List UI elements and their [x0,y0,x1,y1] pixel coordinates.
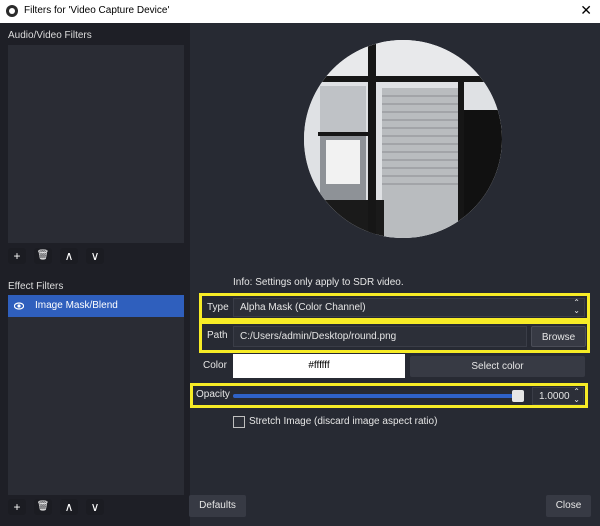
close-button[interactable]: Close [546,495,591,517]
remove-effect-button[interactable]: 🗑 [34,499,52,515]
filters-sidebar: Audio/Video Filters + 🗑 ∧ ∨ Effect Filte… [0,23,190,526]
eye-icon[interactable] [14,301,24,311]
highlight-type [199,293,590,321]
defaults-button[interactable]: Defaults [189,495,246,517]
effect-filters-toolbar: + 🗑 ∧ ∨ [8,499,128,517]
highlight-path [199,321,590,353]
info-text: Info: Settings only apply to SDR video. [233,277,404,288]
add-filter-button[interactable]: + [8,248,26,264]
effect-filters-list: Image Mask/Blend [8,295,184,495]
highlight-opacity [190,383,588,408]
color-label: Color [203,360,227,371]
add-effect-button[interactable]: + [8,499,26,515]
masked-preview-photo [304,40,502,238]
av-filters-label: Audio/Video Filters [8,30,92,41]
color-swatch[interactable]: #ffffff [233,354,405,378]
filter-item-label: Image Mask/Blend [35,300,118,311]
preview-image [304,40,502,238]
effect-move-up-button[interactable]: ∧ [60,499,78,515]
move-down-button[interactable]: ∨ [86,248,104,264]
close-window-icon[interactable]: ✕ [580,2,592,19]
stretch-image-checkbox[interactable] [233,416,245,428]
window-title: Filters for 'Video Capture Device' [24,5,170,16]
effect-move-down-button[interactable]: ∨ [86,499,104,515]
av-filters-toolbar: + 🗑 ∧ ∨ [8,248,128,266]
select-color-button[interactable]: Select color [410,356,585,377]
obs-app-icon [6,5,18,17]
move-up-button[interactable]: ∧ [60,248,78,264]
effect-filters-label: Effect Filters [8,281,64,292]
title-bar: Filters for 'Video Capture Device' ✕ [0,0,600,23]
filter-item-image-mask-blend[interactable]: Image Mask/Blend [8,295,184,317]
av-filters-list[interactable] [8,45,184,243]
remove-filter-button[interactable]: 🗑 [34,248,52,264]
stretch-image-label: Stretch Image (discard image aspect rati… [249,416,438,427]
